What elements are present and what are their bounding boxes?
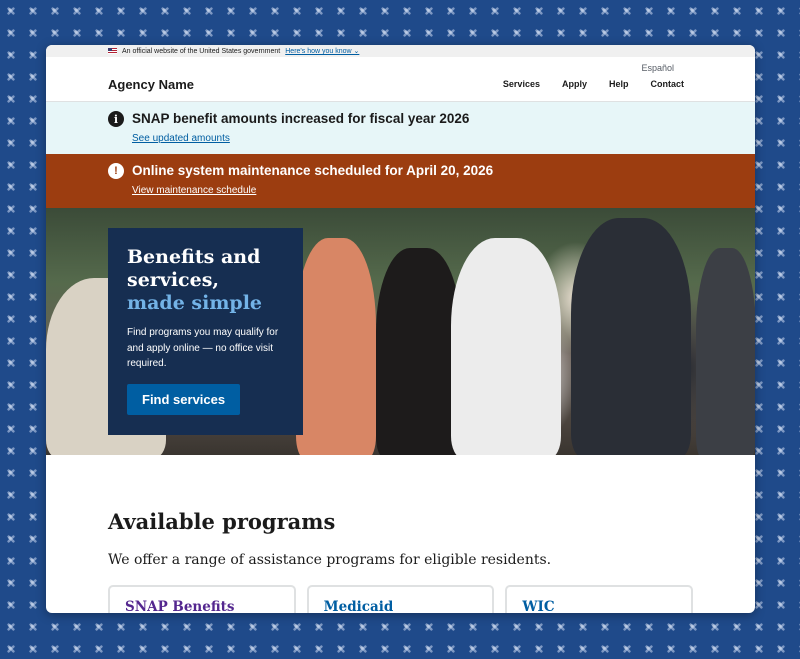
hero-photo-person xyxy=(376,248,461,455)
info-alert-title: SNAP benefit amounts increased for fisca… xyxy=(132,111,470,126)
warning-alert: ! Online system maintenance scheduled fo… xyxy=(46,154,755,208)
hero-title-line1: Benefits and xyxy=(127,246,261,268)
warning-alert-title: Online system maintenance scheduled for … xyxy=(132,163,494,178)
programs-heading: Available programs xyxy=(108,509,336,534)
hero-photo-person xyxy=(696,248,755,455)
info-alert-body: SNAP benefit amounts increased for fisca… xyxy=(132,110,469,154)
warning-alert-link[interactable]: View maintenance schedule xyxy=(132,184,256,198)
program-card-snap[interactable]: SNAP Benefits xyxy=(108,585,296,613)
programs-section: Available programs We offer a range of a… xyxy=(46,455,755,613)
programs-intro: We offer a range of assistance programs … xyxy=(108,552,552,568)
agency-name[interactable]: Agency Name xyxy=(108,77,194,92)
language-link[interactable]: Español xyxy=(641,63,674,73)
info-alert-link[interactable]: See updated amounts xyxy=(132,132,230,146)
us-flag-icon xyxy=(108,48,117,54)
info-alert: i SNAP benefit amounts increased for fis… xyxy=(46,102,755,154)
primary-nav: Services Apply Help Contact xyxy=(503,79,684,89)
hero-photo-person xyxy=(571,218,691,455)
gov-banner: An official website of the United States… xyxy=(46,45,755,57)
warning-alert-body: Online system maintenance scheduled for … xyxy=(132,162,493,208)
nav-item-contact[interactable]: Contact xyxy=(651,79,685,89)
gov-banner-link[interactable]: Here's how you know ⌄ xyxy=(285,47,359,55)
alert-icon: ! xyxy=(108,163,124,179)
nav-item-help[interactable]: Help xyxy=(609,79,629,89)
hero-photo-person xyxy=(296,238,376,455)
hero-title: Benefits and services, made simple xyxy=(127,246,284,315)
hero-photo-person xyxy=(451,238,561,455)
browser-page: An official website of the United States… xyxy=(46,45,755,613)
find-services-button[interactable]: Find services xyxy=(127,383,241,415)
info-icon: i xyxy=(108,111,124,127)
hero-title-line2: services, xyxy=(127,269,220,291)
gov-banner-text: An official website of the United States… xyxy=(122,47,281,55)
program-card-medicaid[interactable]: Medicaid xyxy=(306,585,495,613)
program-cards: SNAP Benefits Medicaid WIC xyxy=(108,585,694,613)
hero-callout: Benefits and services, made simple Find … xyxy=(108,228,303,435)
nav-item-services[interactable]: Services xyxy=(503,79,540,89)
nav-item-apply[interactable]: Apply xyxy=(562,79,587,89)
hero-description: Find programs you may qualify for and ap… xyxy=(127,327,279,369)
hero-section: Benefits and services, made simple Find … xyxy=(46,208,755,455)
hero-title-accent: made simple xyxy=(127,292,263,314)
site-header: Español Agency Name Services Apply Help … xyxy=(46,57,755,102)
program-card-wic[interactable]: WIC xyxy=(505,585,694,613)
